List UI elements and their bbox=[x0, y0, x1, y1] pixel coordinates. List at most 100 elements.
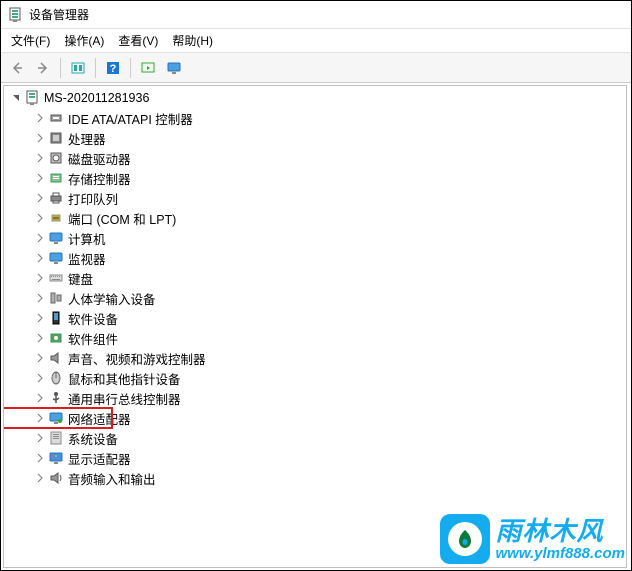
scan-button[interactable] bbox=[136, 56, 160, 80]
devices-button[interactable] bbox=[162, 56, 186, 80]
tree-item[interactable]: 网络适配器 bbox=[4, 408, 626, 428]
forward-button[interactable] bbox=[31, 56, 55, 80]
tree-item[interactable]: 软件设备 bbox=[4, 308, 626, 328]
tree-item-label: 鼠标和其他指针设备 bbox=[68, 369, 181, 388]
menu-help[interactable]: 帮助(H) bbox=[166, 30, 219, 51]
tree-item[interactable]: 存储控制器 bbox=[4, 168, 626, 188]
watermark-text: 雨林木风 www.ylmf888.com bbox=[496, 518, 626, 561]
menu-action[interactable]: 操作(A) bbox=[58, 30, 110, 51]
expander-icon[interactable] bbox=[32, 210, 48, 226]
controller-icon bbox=[48, 110, 64, 126]
tree-item-label: 通用串行总线控制器 bbox=[68, 389, 181, 408]
display-icon bbox=[48, 450, 64, 466]
tree-item[interactable]: 系统设备 bbox=[4, 428, 626, 448]
tree-item-label: 键盘 bbox=[68, 269, 93, 288]
watermark: 雨林木风 www.ylmf888.com bbox=[440, 514, 626, 564]
expander-icon[interactable] bbox=[32, 370, 48, 386]
tree-item-label: 系统设备 bbox=[68, 429, 118, 448]
device-tree[interactable]: MS-202011281936 IDE ATA/ATAPI 控制器处理器磁盘驱动器… bbox=[3, 85, 627, 568]
monitor-icon bbox=[48, 250, 64, 266]
expander-icon[interactable] bbox=[32, 470, 48, 486]
title-bar: 设备管理器 bbox=[1, 1, 631, 29]
tree-item[interactable]: 通用串行总线控制器 bbox=[4, 388, 626, 408]
expander-icon[interactable] bbox=[32, 450, 48, 466]
tree-item[interactable]: 声音、视频和游戏控制器 bbox=[4, 348, 626, 368]
expander-icon[interactable] bbox=[32, 430, 48, 446]
component-icon bbox=[48, 330, 64, 346]
tree-item-label: 监视器 bbox=[68, 249, 106, 268]
expander-icon[interactable] bbox=[32, 170, 48, 186]
tree-root[interactable]: MS-202011281936 bbox=[4, 88, 626, 108]
tree-item-label: 软件设备 bbox=[68, 309, 118, 328]
disk-icon bbox=[48, 150, 64, 166]
hid-icon bbox=[48, 290, 64, 306]
tree-item-label: 打印队列 bbox=[68, 189, 118, 208]
tree-item-label: 软件组件 bbox=[68, 329, 118, 348]
tree-item[interactable]: 音频输入和输出 bbox=[4, 468, 626, 488]
expander-icon[interactable] bbox=[8, 90, 24, 106]
tree-item-label: IDE ATA/ATAPI 控制器 bbox=[68, 109, 193, 128]
expander-icon[interactable] bbox=[32, 330, 48, 346]
expander-icon[interactable] bbox=[32, 350, 48, 366]
tree-item[interactable]: 人体学输入设备 bbox=[4, 288, 626, 308]
tree-item[interactable]: 显示适配器 bbox=[4, 448, 626, 468]
port-icon bbox=[48, 210, 64, 226]
tree-item-label: 存储控制器 bbox=[68, 169, 131, 188]
tree-item[interactable]: 鼠标和其他指针设备 bbox=[4, 368, 626, 388]
menu-view[interactable]: 查看(V) bbox=[112, 30, 164, 51]
watermark-url: www.ylmf888.com bbox=[496, 546, 626, 561]
tree-item[interactable]: 端口 (COM 和 LPT) bbox=[4, 208, 626, 228]
network-icon bbox=[48, 410, 64, 426]
expander-icon[interactable] bbox=[32, 130, 48, 146]
expander-icon[interactable] bbox=[32, 150, 48, 166]
expander-icon[interactable] bbox=[32, 290, 48, 306]
tree-item[interactable]: 计算机 bbox=[4, 228, 626, 248]
tree-item-label: 磁盘驱动器 bbox=[68, 149, 131, 168]
tree-item[interactable]: IDE ATA/ATAPI 控制器 bbox=[4, 108, 626, 128]
tree-item[interactable]: 监视器 bbox=[4, 248, 626, 268]
expander-icon[interactable] bbox=[32, 230, 48, 246]
tree-item-label: 声音、视频和游戏控制器 bbox=[68, 349, 206, 368]
toolbar-separator bbox=[95, 58, 96, 78]
window-title: 设备管理器 bbox=[29, 6, 89, 23]
menu-bar: 文件(F) 操作(A) 查看(V) 帮助(H) bbox=[1, 29, 631, 53]
tree-item[interactable]: 软件组件 bbox=[4, 328, 626, 348]
toolbar: ? bbox=[1, 53, 631, 83]
expander-icon[interactable] bbox=[32, 270, 48, 286]
tree-item-label: 音频输入和输出 bbox=[68, 469, 156, 488]
tree-item-label: 显示适配器 bbox=[68, 449, 131, 468]
usb-icon bbox=[48, 390, 64, 406]
storage-icon bbox=[48, 170, 64, 186]
expander-icon[interactable] bbox=[32, 410, 48, 426]
back-button[interactable] bbox=[5, 56, 29, 80]
toolbar-separator bbox=[60, 58, 61, 78]
help-button[interactable]: ? bbox=[101, 56, 125, 80]
tree-item-label: 计算机 bbox=[68, 229, 106, 248]
show-hidden-button[interactable] bbox=[66, 56, 90, 80]
tree-item[interactable]: 打印队列 bbox=[4, 188, 626, 208]
cpu-icon bbox=[48, 130, 64, 146]
expander-icon[interactable] bbox=[32, 190, 48, 206]
app-icon bbox=[7, 7, 23, 23]
monitor-icon bbox=[48, 230, 64, 246]
menu-file[interactable]: 文件(F) bbox=[5, 30, 56, 51]
toolbar-separator bbox=[130, 58, 131, 78]
tree-item[interactable]: 键盘 bbox=[4, 268, 626, 288]
audioio-icon bbox=[48, 470, 64, 486]
svg-text:?: ? bbox=[110, 63, 117, 75]
tree-item[interactable]: 处理器 bbox=[4, 128, 626, 148]
audio-icon bbox=[48, 350, 64, 366]
expander-icon[interactable] bbox=[32, 390, 48, 406]
expander-icon[interactable] bbox=[32, 110, 48, 126]
expander-icon[interactable] bbox=[32, 310, 48, 326]
root-label: MS-202011281936 bbox=[44, 91, 149, 105]
system-icon bbox=[48, 430, 64, 446]
mouse-icon bbox=[48, 370, 64, 386]
tree-item[interactable]: 磁盘驱动器 bbox=[4, 148, 626, 168]
keyboard-icon bbox=[48, 270, 64, 286]
software-icon bbox=[48, 310, 64, 326]
expander-icon[interactable] bbox=[32, 250, 48, 266]
tree-item-label: 网络适配器 bbox=[68, 409, 131, 428]
watermark-cn: 雨林木风 bbox=[496, 518, 604, 544]
tree-item-label: 人体学输入设备 bbox=[68, 289, 156, 308]
